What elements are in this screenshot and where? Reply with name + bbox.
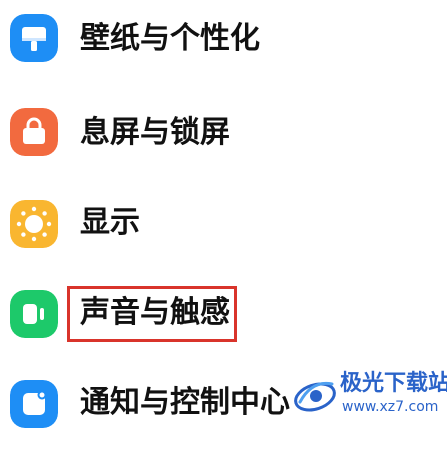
brightness-icon: [10, 200, 58, 248]
highlight-box: [67, 286, 237, 342]
watermark-title: 极光下载站: [340, 371, 447, 396]
settings-item-label: 显示: [80, 205, 140, 240]
wallpaper-icon: [10, 14, 58, 62]
speaker-icon: [10, 290, 58, 338]
settings-list: 壁纸与个性化 息屏与锁屏 显示 声音与触感 通知与控制中心 极光下载站 www.…: [0, 0, 447, 428]
settings-item-label: 通知与控制中心: [80, 385, 290, 420]
settings-item-wallpaper[interactable]: 壁纸与个性化: [0, 0, 447, 90]
lock-bag-icon: [10, 108, 58, 156]
settings-item-lockscreen[interactable]: 息屏与锁屏: [0, 90, 447, 180]
notification-icon: [10, 380, 58, 428]
aurora-logo-icon: [292, 372, 338, 418]
watermark: 极光下载站 www.xz7.com: [292, 370, 447, 422]
settings-item-display[interactable]: 显示: [0, 180, 447, 270]
settings-item-label: 息屏与锁屏: [80, 115, 230, 150]
watermark-url: www.xz7.com: [342, 399, 439, 415]
settings-item-label: 壁纸与个性化: [80, 21, 260, 56]
